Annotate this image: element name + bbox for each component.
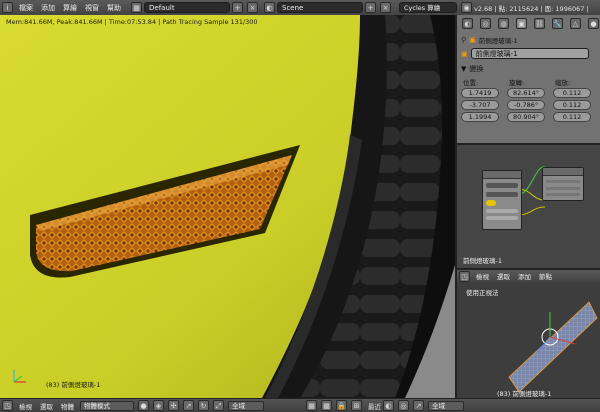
blender-logo-icon: ◉ <box>461 2 472 13</box>
mini-viewport-header: ◳ 檢視 選取 添加 節點 <box>457 270 600 282</box>
node-object-label: 前側燈玻璃-1 <box>463 257 502 265</box>
mode-value: 物體模式 <box>84 401 110 410</box>
viewport-header: ◳ 檢視 選取 物體 物體模式 ● ◈ ✣ ↗ ↻ ⤢ 全域 ▦ ▦ 🔒 ⊞ 最… <box>0 398 600 412</box>
render-engine-dropdown[interactable]: Cycles 算繪 <box>399 2 457 13</box>
scene-info-text: v2.68 | 點: 2115624 | 面: 1996067 | <box>474 4 589 13</box>
top-info-bar: i 檔案 添加 算繪 視窗 幫助 ▦ Default + × ◐ Scene +… <box>0 0 600 16</box>
mesh-preview <box>508 301 598 393</box>
layer-icon[interactable]: ▦ <box>306 400 317 411</box>
scale-label: 縮放: <box>555 79 571 87</box>
world-tab-icon[interactable]: ◍ <box>498 18 509 29</box>
editor-type-icon-bottom[interactable]: ◳ <box>2 400 13 411</box>
render-icon[interactable]: ◐ <box>383 400 394 411</box>
mode-dropdown[interactable]: 物體模式 <box>80 400 134 411</box>
bottom-menu-select[interactable]: 選取 <box>40 401 53 411</box>
orientation-dropdown-2[interactable]: 全域 <box>428 400 464 411</box>
pivot-icon[interactable]: ◈ <box>153 400 164 411</box>
3d-viewport[interactable]: Mem:841.66M, Peak:841.66M | Time:07:53.8… <box>0 15 455 398</box>
mini-menu-node[interactable]: 節點 <box>539 271 552 281</box>
mini-3d-viewport[interactable]: ◳ 檢視 選取 添加 節點 使用正視法 (83) 前側燈玻璃-1 <box>457 268 600 400</box>
rotate-icon[interactable]: ↻ <box>198 400 209 411</box>
scene-tab-icon[interactable]: ◎ <box>480 18 491 29</box>
object-type-icon: ▣ <box>469 36 476 44</box>
rotation-x-field[interactable]: 82.614° <box>507 88 545 98</box>
remove-scene-icon[interactable]: × <box>380 2 391 13</box>
scale-y-field[interactable]: 0.112 <box>553 100 591 110</box>
screen-layout-icon[interactable]: ▦ <box>131 2 142 13</box>
scene-icon[interactable]: ◐ <box>264 2 275 13</box>
render-image <box>0 15 455 398</box>
axis-gizmo-icon <box>10 366 30 388</box>
editor-type-icon[interactable]: ◳ <box>459 270 470 282</box>
rotation-label: 旋轉: <box>509 79 525 87</box>
constraint-tab-icon[interactable]: ⛓ <box>534 18 545 29</box>
scene-value: Scene <box>282 4 304 12</box>
translate-icon[interactable]: ↗ <box>183 400 194 411</box>
scale-z-field[interactable]: 0.112 <box>553 112 591 122</box>
location-x-field[interactable]: 1.7419 <box>461 88 499 98</box>
snap-icon[interactable]: ⊞ <box>351 400 362 411</box>
viewport-object-label: (83) 前側燈玻璃-1 <box>46 381 101 389</box>
properties-panel: ◐ ◎ ◍ ▣ ⛓ 🔧 △ ● ▩ ⚲ ▣ 前側燈玻璃-1 ▣ 前側燈玻璃-1 … <box>457 15 600 143</box>
data-tab-icon[interactable]: △ <box>570 18 581 29</box>
layout-field[interactable]: Default <box>144 2 230 13</box>
object-name-field[interactable]: 前側燈玻璃-1 <box>470 48 589 59</box>
orientation-value-2: 全域 <box>432 401 445 410</box>
right-panel: ◐ ◎ ◍ ▣ ⛓ 🔧 △ ● ▩ ⚲ ▣ 前側燈玻璃-1 ▣ 前側燈玻璃-1 … <box>455 15 600 400</box>
remove-layout-icon[interactable]: × <box>247 2 258 13</box>
scene-field[interactable]: Scene <box>277 2 363 13</box>
menu-render[interactable]: 算繪 <box>63 3 77 13</box>
layout-value: Default <box>149 4 175 12</box>
rotation-z-field[interactable]: 80.904° <box>507 112 545 122</box>
node-links <box>516 166 546 216</box>
object-icon: ▣ <box>461 49 468 58</box>
shading-icon[interactable]: ● <box>138 400 149 411</box>
object-breadcrumb: 前側燈玻璃-1 <box>478 37 518 45</box>
node-editor[interactable]: 前側燈玻璃-1 <box>457 143 600 270</box>
modifier-tab-icon[interactable]: 🔧 <box>552 18 563 29</box>
layer-icon-2[interactable]: ▦ <box>321 400 332 411</box>
render-stats: Mem:841.66M, Peak:841.66M | Time:07:53.8… <box>6 18 258 26</box>
proportional-icon[interactable]: ◎ <box>398 400 409 411</box>
rotation-y-field[interactable]: -0.786° <box>507 100 545 110</box>
orientation-value: 全域 <box>232 401 245 410</box>
object-tab-icon[interactable]: ▣ <box>516 18 527 29</box>
render-tab-icon[interactable]: ◐ <box>462 18 473 29</box>
location-z-field[interactable]: 1.1994 <box>461 112 499 122</box>
menu-file[interactable]: 檔案 <box>19 3 33 13</box>
lock-icon[interactable]: 🔒 <box>336 400 347 411</box>
location-label: 位置: <box>463 79 479 87</box>
info-editor-icon[interactable]: i <box>2 2 13 13</box>
mini-menu-view[interactable]: 檢視 <box>476 271 489 281</box>
manipulator-icon[interactable]: ✣ <box>168 400 179 411</box>
translate-icon-2[interactable]: ↗ <box>413 400 424 411</box>
menu-window[interactable]: 視窗 <box>85 3 99 13</box>
scale-x-field[interactable]: 0.112 <box>553 88 591 98</box>
pin-icon[interactable]: ⚲ <box>461 36 466 44</box>
add-scene-icon[interactable]: + <box>365 2 376 13</box>
menu-help[interactable]: 幫助 <box>107 3 121 13</box>
mini-menu-add[interactable]: 添加 <box>518 271 531 281</box>
transform-section-title: 變換 <box>469 65 484 73</box>
object-name-value: 前側燈玻璃-1 <box>475 50 518 58</box>
render-engine-value: Cycles 算繪 <box>404 4 441 12</box>
bottom-menu-view[interactable]: 檢視 <box>19 401 32 411</box>
snap-target-label: 最近 <box>368 402 381 411</box>
orientation-dropdown[interactable]: 全域 <box>228 400 264 411</box>
output-node[interactable] <box>542 167 584 201</box>
menu-add[interactable]: 添加 <box>41 3 55 13</box>
material-tab-icon[interactable]: ● <box>588 18 599 29</box>
bottom-menu-object[interactable]: 物體 <box>61 401 74 411</box>
color-swatch[interactable] <box>486 200 496 206</box>
mini-object-label: (83) 前側燈玻璃-1 <box>497 390 552 398</box>
scale-icon[interactable]: ⤢ <box>213 400 224 411</box>
panel-collapse-icon[interactable]: ▼ <box>461 65 466 73</box>
add-layout-icon[interactable]: + <box>232 2 243 13</box>
location-y-field[interactable]: -3.707 <box>461 100 499 110</box>
mini-menu-select[interactable]: 選取 <box>497 271 510 281</box>
shader-node[interactable] <box>482 170 522 230</box>
